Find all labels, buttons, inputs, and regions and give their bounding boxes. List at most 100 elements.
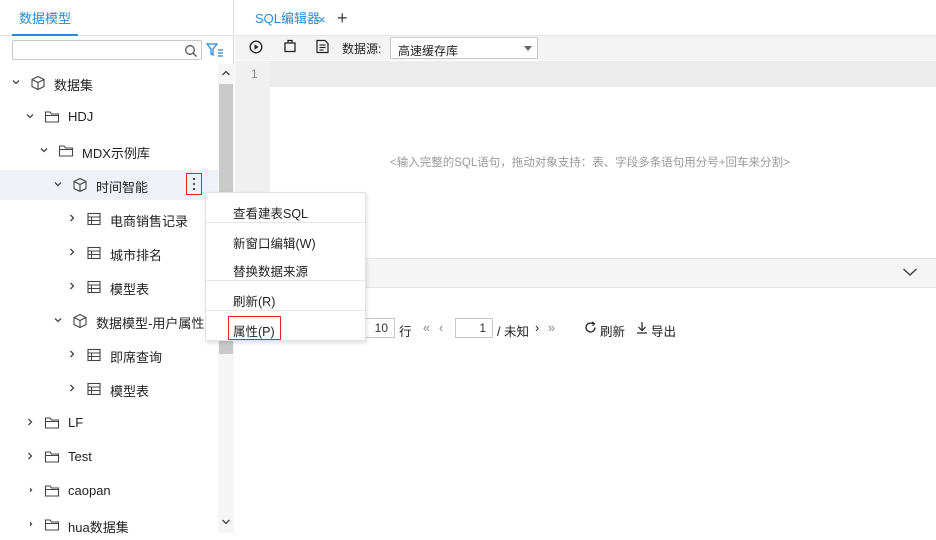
page-total: / 未知 bbox=[497, 325, 529, 339]
folder-icon bbox=[44, 417, 60, 429]
tree-node[interactable]: 电商销售记录 bbox=[0, 204, 218, 234]
download-icon[interactable] bbox=[636, 321, 648, 334]
tree-node-label: HDJ bbox=[68, 109, 94, 124]
tree-node[interactable]: HDJ bbox=[0, 102, 218, 132]
menu-divider bbox=[206, 310, 365, 311]
table-icon bbox=[87, 280, 101, 294]
rows-label: 行 bbox=[399, 325, 412, 339]
chevron-down-icon bbox=[524, 46, 532, 51]
tree-node-label: LF bbox=[68, 415, 84, 430]
chevron-right-icon[interactable] bbox=[67, 349, 77, 359]
more-options-button[interactable] bbox=[186, 173, 202, 195]
tree-node-label: hua数据集 bbox=[68, 520, 129, 535]
format-sql-icon[interactable] bbox=[315, 39, 330, 54]
chevron-down-icon[interactable] bbox=[39, 145, 49, 155]
tree-node-label: MDX示例库 bbox=[82, 146, 150, 161]
tree-node[interactable]: 数据模型-用户属性及函 bbox=[0, 306, 230, 336]
folder-icon bbox=[44, 111, 60, 123]
menu-item-label: 属性(P) bbox=[233, 325, 275, 339]
menu-item-refresh[interactable]: 刷新(R) bbox=[206, 283, 365, 311]
run-icon[interactable] bbox=[249, 40, 263, 54]
panel-gap bbox=[0, 478, 30, 533]
tab-data-model[interactable]: 数据模型 bbox=[12, 0, 78, 36]
tree-node-label: 模型表 bbox=[110, 282, 150, 297]
folder-icon bbox=[44, 485, 60, 497]
search-icon[interactable] bbox=[184, 44, 198, 58]
more-dot bbox=[193, 178, 195, 180]
menu-divider bbox=[206, 280, 365, 281]
last-page-icon[interactable]: » bbox=[548, 321, 555, 335]
export-button[interactable]: 导出 bbox=[651, 321, 676, 340]
chevron-right-icon[interactable] bbox=[67, 213, 77, 223]
more-dot bbox=[193, 188, 195, 190]
menu-item-view-create-sql[interactable]: 查看建表SQL bbox=[206, 195, 365, 223]
datasource-select[interactable]: 高速缓存库 bbox=[390, 37, 538, 59]
folder-icon bbox=[58, 145, 74, 157]
tree-node-label: caopan bbox=[68, 483, 111, 498]
menu-item-label: 替换数据来源 bbox=[233, 265, 309, 279]
chevron-right-icon[interactable] bbox=[25, 451, 35, 461]
filter-icon[interactable] bbox=[206, 42, 224, 58]
cube-icon bbox=[31, 75, 45, 91]
editor-toolbar bbox=[235, 36, 936, 60]
next-page-icon[interactable]: › bbox=[535, 321, 539, 335]
menu-divider bbox=[206, 222, 365, 223]
tree-node-label: 数据集 bbox=[54, 78, 94, 93]
refresh-icon[interactable] bbox=[584, 321, 597, 334]
menu-item-label: 查看建表SQL bbox=[233, 207, 309, 221]
tree-node-label: 城市排名 bbox=[110, 248, 163, 263]
chevron-right-icon[interactable] bbox=[25, 417, 35, 427]
refresh-button[interactable]: 刷新 bbox=[600, 321, 625, 340]
folder-icon bbox=[44, 451, 60, 463]
page-input[interactable]: 1 bbox=[455, 318, 493, 338]
chevron-down-icon[interactable] bbox=[11, 77, 21, 87]
tree-node[interactable]: 模型表 bbox=[0, 272, 218, 302]
search-input[interactable] bbox=[12, 40, 202, 60]
tree-node-label: 模型表 bbox=[110, 384, 150, 399]
sql-editor-placeholder[interactable]: <输入完整的SQL语句，拖动对象支持：表、字段多条语句用分号+回车来分割> bbox=[390, 154, 790, 170]
model-cube-icon bbox=[73, 313, 87, 329]
add-tab-icon[interactable]: + bbox=[337, 9, 348, 27]
table-icon bbox=[87, 382, 101, 396]
tree-node[interactable]: 即席查询 bbox=[0, 340, 218, 370]
table-icon bbox=[87, 348, 101, 362]
menu-item-label: 刷新(R) bbox=[233, 295, 276, 309]
save-icon[interactable] bbox=[283, 39, 297, 53]
menu-item-properties[interactable]: 属性(P) bbox=[206, 313, 365, 341]
close-tab-icon[interactable]: × bbox=[318, 12, 326, 27]
prev-page-icon[interactable]: ‹ bbox=[439, 321, 443, 335]
menu-item-open-new-window[interactable]: 新窗口编辑(W) bbox=[206, 225, 365, 253]
chevron-down-icon[interactable] bbox=[902, 267, 918, 277]
tab-sql-editor[interactable]: SQL编辑器 bbox=[255, 0, 320, 36]
context-menu: 查看建表SQL 新窗口编辑(W) 替换数据来源 刷新(R) 属性(P) bbox=[205, 192, 366, 341]
first-page-icon[interactable]: « bbox=[423, 321, 430, 335]
tree-node[interactable]: MDX示例库 bbox=[0, 136, 218, 166]
tree-node[interactable]: caopan bbox=[0, 476, 218, 506]
chevron-down-icon[interactable] bbox=[53, 315, 63, 325]
pagination: 10 行 « ‹ 1 / 未知 › » 刷新 导出 bbox=[355, 316, 695, 340]
tree-node[interactable]: hua数据集 bbox=[0, 510, 218, 540]
tree-node[interactable]: 模型表 bbox=[0, 374, 218, 404]
datasource-label: 数据源: bbox=[342, 42, 382, 56]
line-number: 1 bbox=[251, 67, 258, 81]
tree-node[interactable]: Test bbox=[0, 442, 218, 472]
chevron-down-icon[interactable] bbox=[53, 179, 63, 189]
table-icon bbox=[87, 212, 101, 226]
scroll-down-icon[interactable] bbox=[221, 518, 231, 526]
tree-node-label: Test bbox=[68, 449, 92, 464]
chevron-right-icon[interactable] bbox=[67, 247, 77, 257]
current-line[interactable] bbox=[270, 61, 936, 87]
tree-node-label: 电商销售记录 bbox=[110, 214, 189, 229]
chevron-right-icon[interactable] bbox=[67, 281, 77, 291]
tree-node[interactable]: 城市排名 bbox=[0, 238, 218, 268]
menu-item-replace-source[interactable]: 替换数据来源 bbox=[206, 253, 365, 281]
more-dot bbox=[193, 183, 195, 185]
tree-node-label: 即席查询 bbox=[110, 350, 163, 365]
scroll-up-icon[interactable] bbox=[221, 69, 231, 77]
tree-node[interactable]: LF bbox=[0, 408, 218, 438]
chevron-right-icon[interactable] bbox=[67, 383, 77, 393]
tree-node-label: 时间智能 bbox=[96, 180, 149, 195]
menu-item-label: 新窗口编辑(W) bbox=[233, 237, 316, 251]
tree-node[interactable]: 数据集 bbox=[0, 68, 218, 98]
chevron-down-icon[interactable] bbox=[25, 111, 35, 121]
